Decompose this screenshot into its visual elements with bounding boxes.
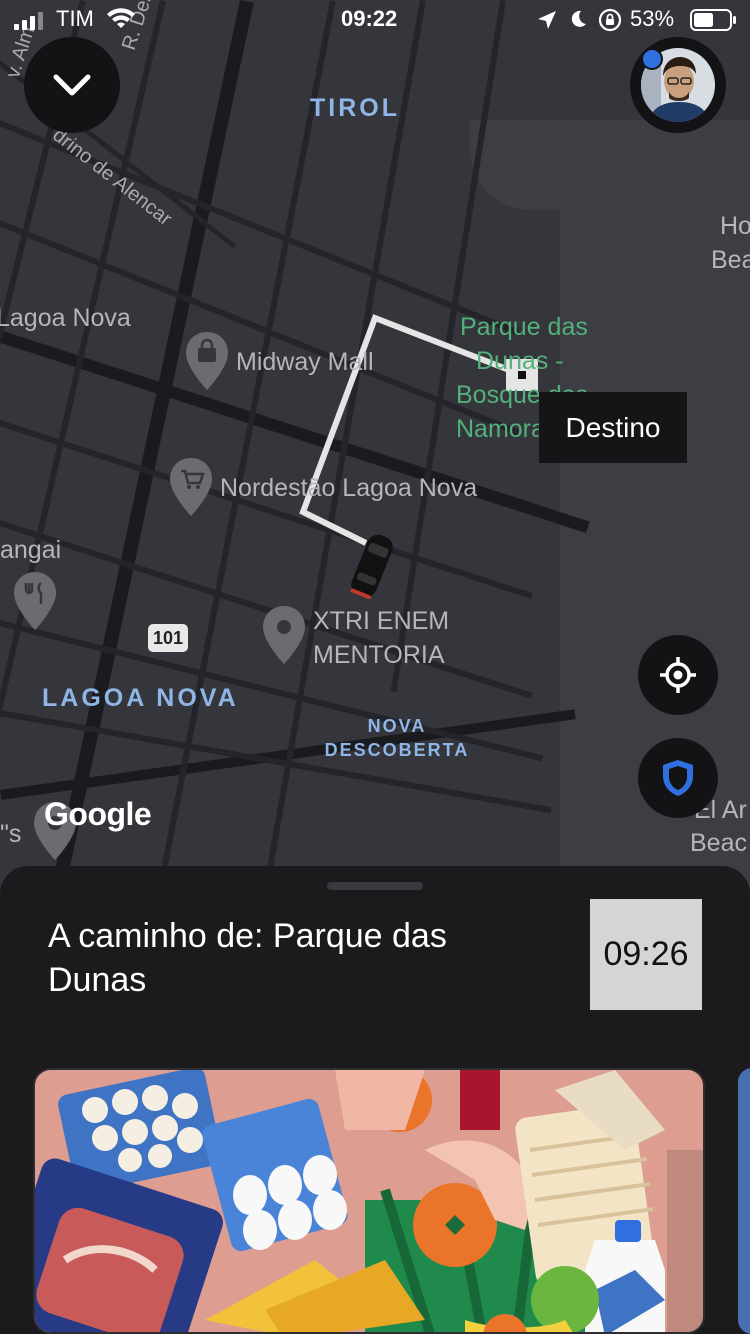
destination-callout-label: Destino [565,411,661,443]
nova-descoberta-line1: NOVA [367,716,427,736]
edge-label-beac: Beac [690,829,747,857]
google-attribution: Google [44,796,152,832]
xtri-line2: MENTORIA [313,641,445,669]
shield-icon [663,760,693,796]
wifi-icon [107,8,135,28]
poi-label-lagoa-nova-edge: Lagoa Nova [0,304,131,332]
xtri-line1: XTRI ENEM [313,607,450,635]
shopping-bag-pin-icon[interactable] [186,332,228,390]
district-label-tirol: TIROL [310,94,400,122]
promo-card-next[interactable] [738,1068,750,1334]
edge-label-bea: Bea [711,246,750,274]
park-line-2: Dunas - [476,347,564,375]
edge-label-ho: Ho [720,212,750,240]
location-arrow-icon [538,11,556,29]
moon-icon [571,10,586,27]
route-shield-label: 101 [152,627,184,648]
battery-icon [690,9,736,31]
park-line-1: Parque das [460,313,588,341]
carrier-label: TIM [56,6,94,31]
recenter-button[interactable] [638,635,718,715]
destination-callout[interactable]: Destino [539,392,687,463]
nova-descoberta-line2: DESCOBERTA [324,740,470,760]
poi-label-s-edge: "s [0,820,22,848]
eta-badge: 09:26 [590,899,702,1010]
poi-label-nordestao[interactable]: Nordestão Lagoa Nova [220,474,477,503]
eta-time: 09:26 [603,935,689,973]
map-view[interactable]: TIROL LAGOA NOVA NOVA DESCOBERTA Midway … [0,0,750,900]
battery-percent: 53% [630,6,675,31]
signal-icon [14,12,43,30]
trip-destination-title: A caminho de: Parque das Dunas [48,917,447,999]
location-pin-icon[interactable] [263,606,305,664]
chevron-down-icon [53,74,91,96]
district-label-lagoa-nova: LAGOA NOVA [42,684,239,712]
district-label-nova-descoberta: NOVA DESCOBERTA [322,714,472,762]
poi-label-xtri[interactable]: XTRI ENEM MENTORIA [313,604,449,672]
poi-label-midway-mall[interactable]: Midway Mall [236,348,374,377]
safety-toolkit-button[interactable] [638,738,718,818]
grocery-illustration [35,1070,703,1332]
collapse-button[interactable] [24,37,120,133]
car-icon [350,534,393,600]
restaurant-pin-icon[interactable] [14,572,56,630]
notification-dot [641,48,663,70]
trip-bottom-sheet[interactable]: A caminho de: Parque das Dunas 09:26 [0,866,750,1334]
status-bar: TIM 09:22 53% [0,0,750,44]
route-shield-101: 101 [148,624,188,652]
crosshair-icon [660,657,696,693]
clock: 09:22 [341,6,398,31]
cart-pin-icon[interactable] [170,458,212,516]
rotation-lock-icon [598,8,622,32]
sheet-drag-handle[interactable] [327,882,423,890]
promo-card[interactable] [33,1068,705,1334]
poi-label-angai: angai [0,536,62,564]
